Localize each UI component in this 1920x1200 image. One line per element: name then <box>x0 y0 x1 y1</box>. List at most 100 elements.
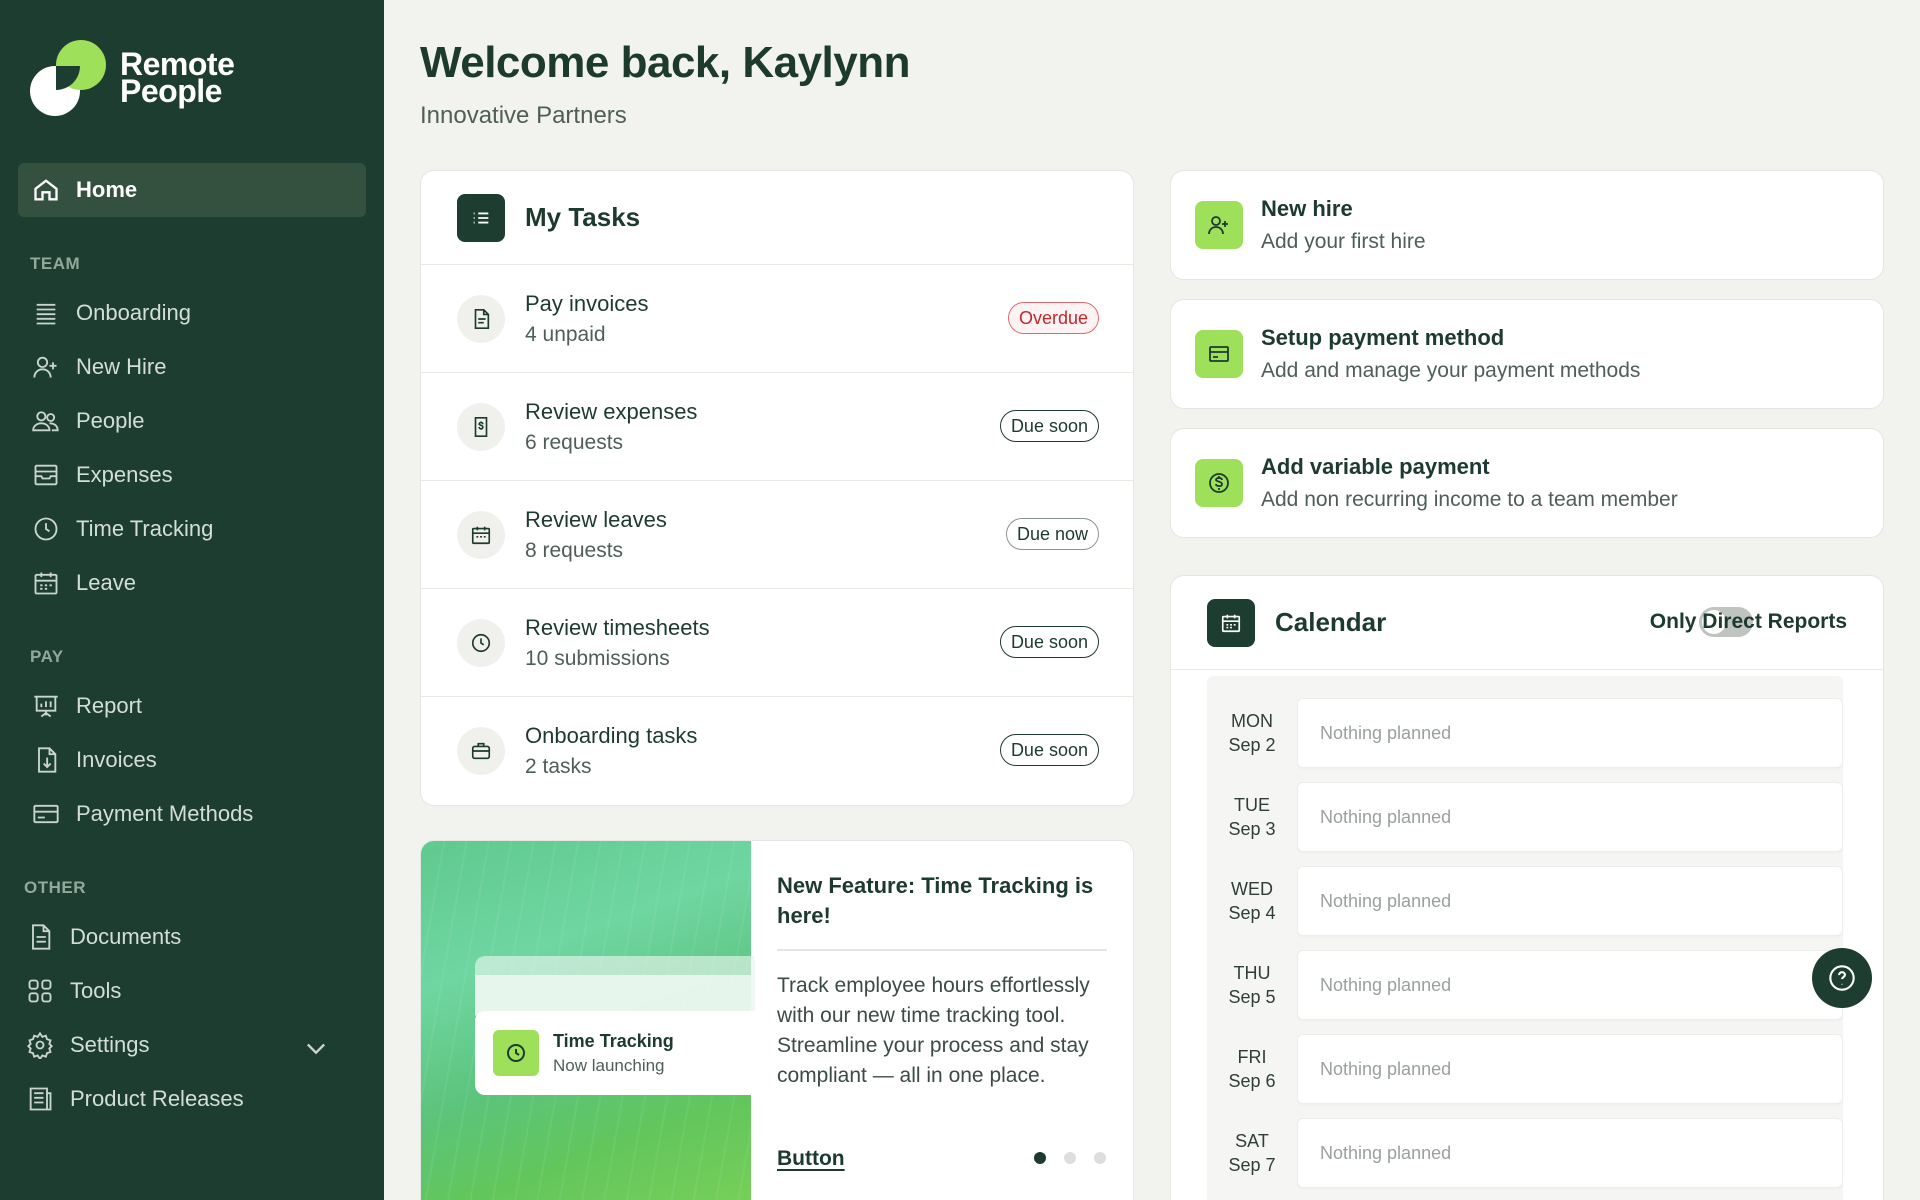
calendar-day-row: FRI Sep 6 Nothing planned <box>1207 1027 1843 1111</box>
calendar-day-row: SAT Sep 7 Nothing planned <box>1207 1111 1843 1195</box>
task-subtitle: 2 tasks <box>525 755 592 778</box>
brand-name: Remote People <box>120 46 235 109</box>
feature-illustration: Time Tracking Now launching <box>421 841 755 1200</box>
calendar-slot[interactable]: Nothing planned <box>1297 866 1843 936</box>
calendar-date: SAT Sep 7 <box>1228 1131 1276 1175</box>
sidebar-item-label: Payment Methods <box>76 801 254 826</box>
calendar-card: Calendar Only Direct Reports MON Sep 2 No… <box>1170 575 1884 1200</box>
calendar-day-row: WED Sep 4 Nothing planned <box>1207 859 1843 943</box>
dollar-icon <box>1195 459 1243 507</box>
task-subtitle: 4 unpaid <box>525 322 606 346</box>
calendar-slot[interactable]: Nothing planned <box>1297 782 1843 852</box>
task-title: Onboarding tasks <box>525 723 698 748</box>
calendar-slot[interactable]: Nothing planned <box>1297 1118 1843 1188</box>
carousel-dot-active[interactable] <box>1034 1152 1046 1164</box>
sidebar-item-label: Onboarding <box>76 300 191 325</box>
calendar-slot[interactable]: Nothing planned <box>1297 950 1843 1020</box>
sidebar-item-people[interactable]: People <box>18 394 366 448</box>
time-tracking-preview: Time Tracking Now launching <box>475 1011 755 1095</box>
section-team: TEAM <box>30 254 81 273</box>
sidebar-item-label: Expenses <box>76 462 173 487</box>
calendar-slot[interactable]: Nothing planned <box>1297 698 1843 768</box>
sidebar-item-label: Time Tracking <box>76 516 214 541</box>
sidebar-item-label: Report <box>76 693 143 718</box>
calendar-day-list: MON Sep 2 Nothing planned TUE Sep 3 Nothin… <box>1207 691 1843 1195</box>
carousel-dots <box>1034 1152 1106 1164</box>
calendar-date: THU Sep 5 <box>1228 963 1276 1007</box>
feature-button-link[interactable]: Button <box>777 1147 845 1171</box>
sidebar: Remote People Home TEAM Onboarding New Hi… <box>0 0 384 1200</box>
setup-payment-action-card[interactable]: Setup payment method Add and manage your… <box>1170 299 1884 409</box>
clock-icon <box>34 517 58 541</box>
sidebar-item-label: Settings <box>70 1032 150 1057</box>
sidebar-item-report[interactable]: Report <box>18 679 366 733</box>
sidebar-item-time-tracking[interactable]: Time Tracking <box>18 502 366 556</box>
sidebar-item-product-releases[interactable]: Product Releases <box>12 1072 360 1126</box>
my-tasks-header: My Tasks <box>421 171 1133 265</box>
preview-title: Time Tracking <box>553 1030 674 1051</box>
task-row[interactable]: Onboarding tasks 2 tasks Due soon <box>421 697 1133 805</box>
task-row[interactable]: Review expenses 6 requests Due soon <box>421 373 1133 481</box>
calendar-day-row: THU Sep 5 Nothing planned <box>1207 943 1843 1027</box>
calendar-title: Calendar <box>1275 607 1387 637</box>
newspaper-icon <box>29 1087 52 1111</box>
sidebar-item-label: Leave <box>76 570 136 595</box>
sidebar-item-settings[interactable]: Settings <box>12 1018 360 1072</box>
sidebar-item-payment-methods[interactable]: Payment Methods <box>18 787 366 841</box>
task-row[interactable]: Pay invoices 4 unpaid Overdue <box>421 265 1133 373</box>
company-name: Innovative Partners <box>420 102 627 129</box>
page-title: Welcome back, Kaylynn <box>420 38 911 87</box>
sidebar-item-label: Product Releases <box>70 1086 244 1111</box>
credit-card-icon <box>33 804 59 824</box>
inbox-icon <box>34 464 58 486</box>
calendar-slot[interactable]: Nothing planned <box>1297 1034 1843 1104</box>
file-icon <box>457 294 505 343</box>
carousel-dot[interactable] <box>1094 1152 1106 1164</box>
calendar-day-row: MON Sep 2 Nothing planned <box>1207 691 1843 775</box>
task-title: Review timesheets <box>525 614 710 640</box>
toggle-label: Only Direct Reports <box>1649 610 1847 633</box>
feature-description: Track employee hours effortlessly with o… <box>777 974 1090 1087</box>
home-icon <box>34 179 58 201</box>
logo-mark-icon <box>30 40 106 116</box>
sidebar-item-tools[interactable]: Tools <box>12 964 360 1018</box>
sidebar-item-invoices[interactable]: Invoices <box>18 733 366 787</box>
sidebar-item-leave[interactable]: Leave <box>18 556 366 610</box>
section-pay: PAY <box>30 647 64 666</box>
credit-card-icon <box>1195 330 1243 378</box>
variable-payment-action-card[interactable]: Add variable payment Add non recurring i… <box>1170 428 1884 538</box>
task-title: Pay invoices <box>525 290 649 316</box>
file-download-icon <box>38 747 57 773</box>
task-row[interactable]: Review timesheets 10 submissions Due soo… <box>421 589 1133 697</box>
action-title: Add variable payment <box>1261 454 1490 479</box>
calendar-date: MON Sep 2 <box>1228 711 1276 755</box>
status-badge: Due soon <box>999 410 1099 442</box>
calendar-date: TUE Sep 3 <box>1228 795 1276 839</box>
calendar-icon <box>457 510 505 559</box>
clock-icon <box>457 618 505 667</box>
status-badge: Due now <box>1005 518 1099 550</box>
sidebar-item-label: Invoices <box>76 747 157 772</box>
sidebar-item-documents[interactable]: Documents <box>12 910 360 964</box>
brand-logo[interactable]: Remote People <box>30 40 235 116</box>
clock-icon <box>493 1030 539 1076</box>
feature-body: New Feature: Time Tracking is here! Trac… <box>777 871 1107 1091</box>
new-hire-action-card[interactable]: New hire Add your first hire <box>1170 170 1884 280</box>
task-subtitle: 6 requests <box>525 430 624 454</box>
sidebar-item-expenses[interactable]: Expenses <box>18 448 366 502</box>
my-tasks-title: My Tasks <box>525 202 641 232</box>
action-title: Setup payment method <box>1261 325 1505 350</box>
help-button[interactable] <box>1812 948 1872 1008</box>
carousel-dot[interactable] <box>1064 1152 1076 1164</box>
status-badge: Due soon <box>999 734 1099 766</box>
task-row[interactable]: Review leaves 8 requests Due now <box>421 481 1133 589</box>
task-list-icon <box>457 193 505 242</box>
chevron-down-icon[interactable] <box>302 1034 330 1062</box>
calendar-icon <box>34 572 58 595</box>
action-subtitle: Add non recurring income to a team membe… <box>1261 488 1678 511</box>
sidebar-item-home[interactable]: Home <box>18 163 366 217</box>
sidebar-item-onboarding[interactable]: Onboarding <box>18 286 366 340</box>
sidebar-item-new-hire[interactable]: New Hire <box>18 340 366 394</box>
add-user-icon <box>1195 201 1243 249</box>
preview-subtitle: Now launching <box>553 1055 665 1075</box>
